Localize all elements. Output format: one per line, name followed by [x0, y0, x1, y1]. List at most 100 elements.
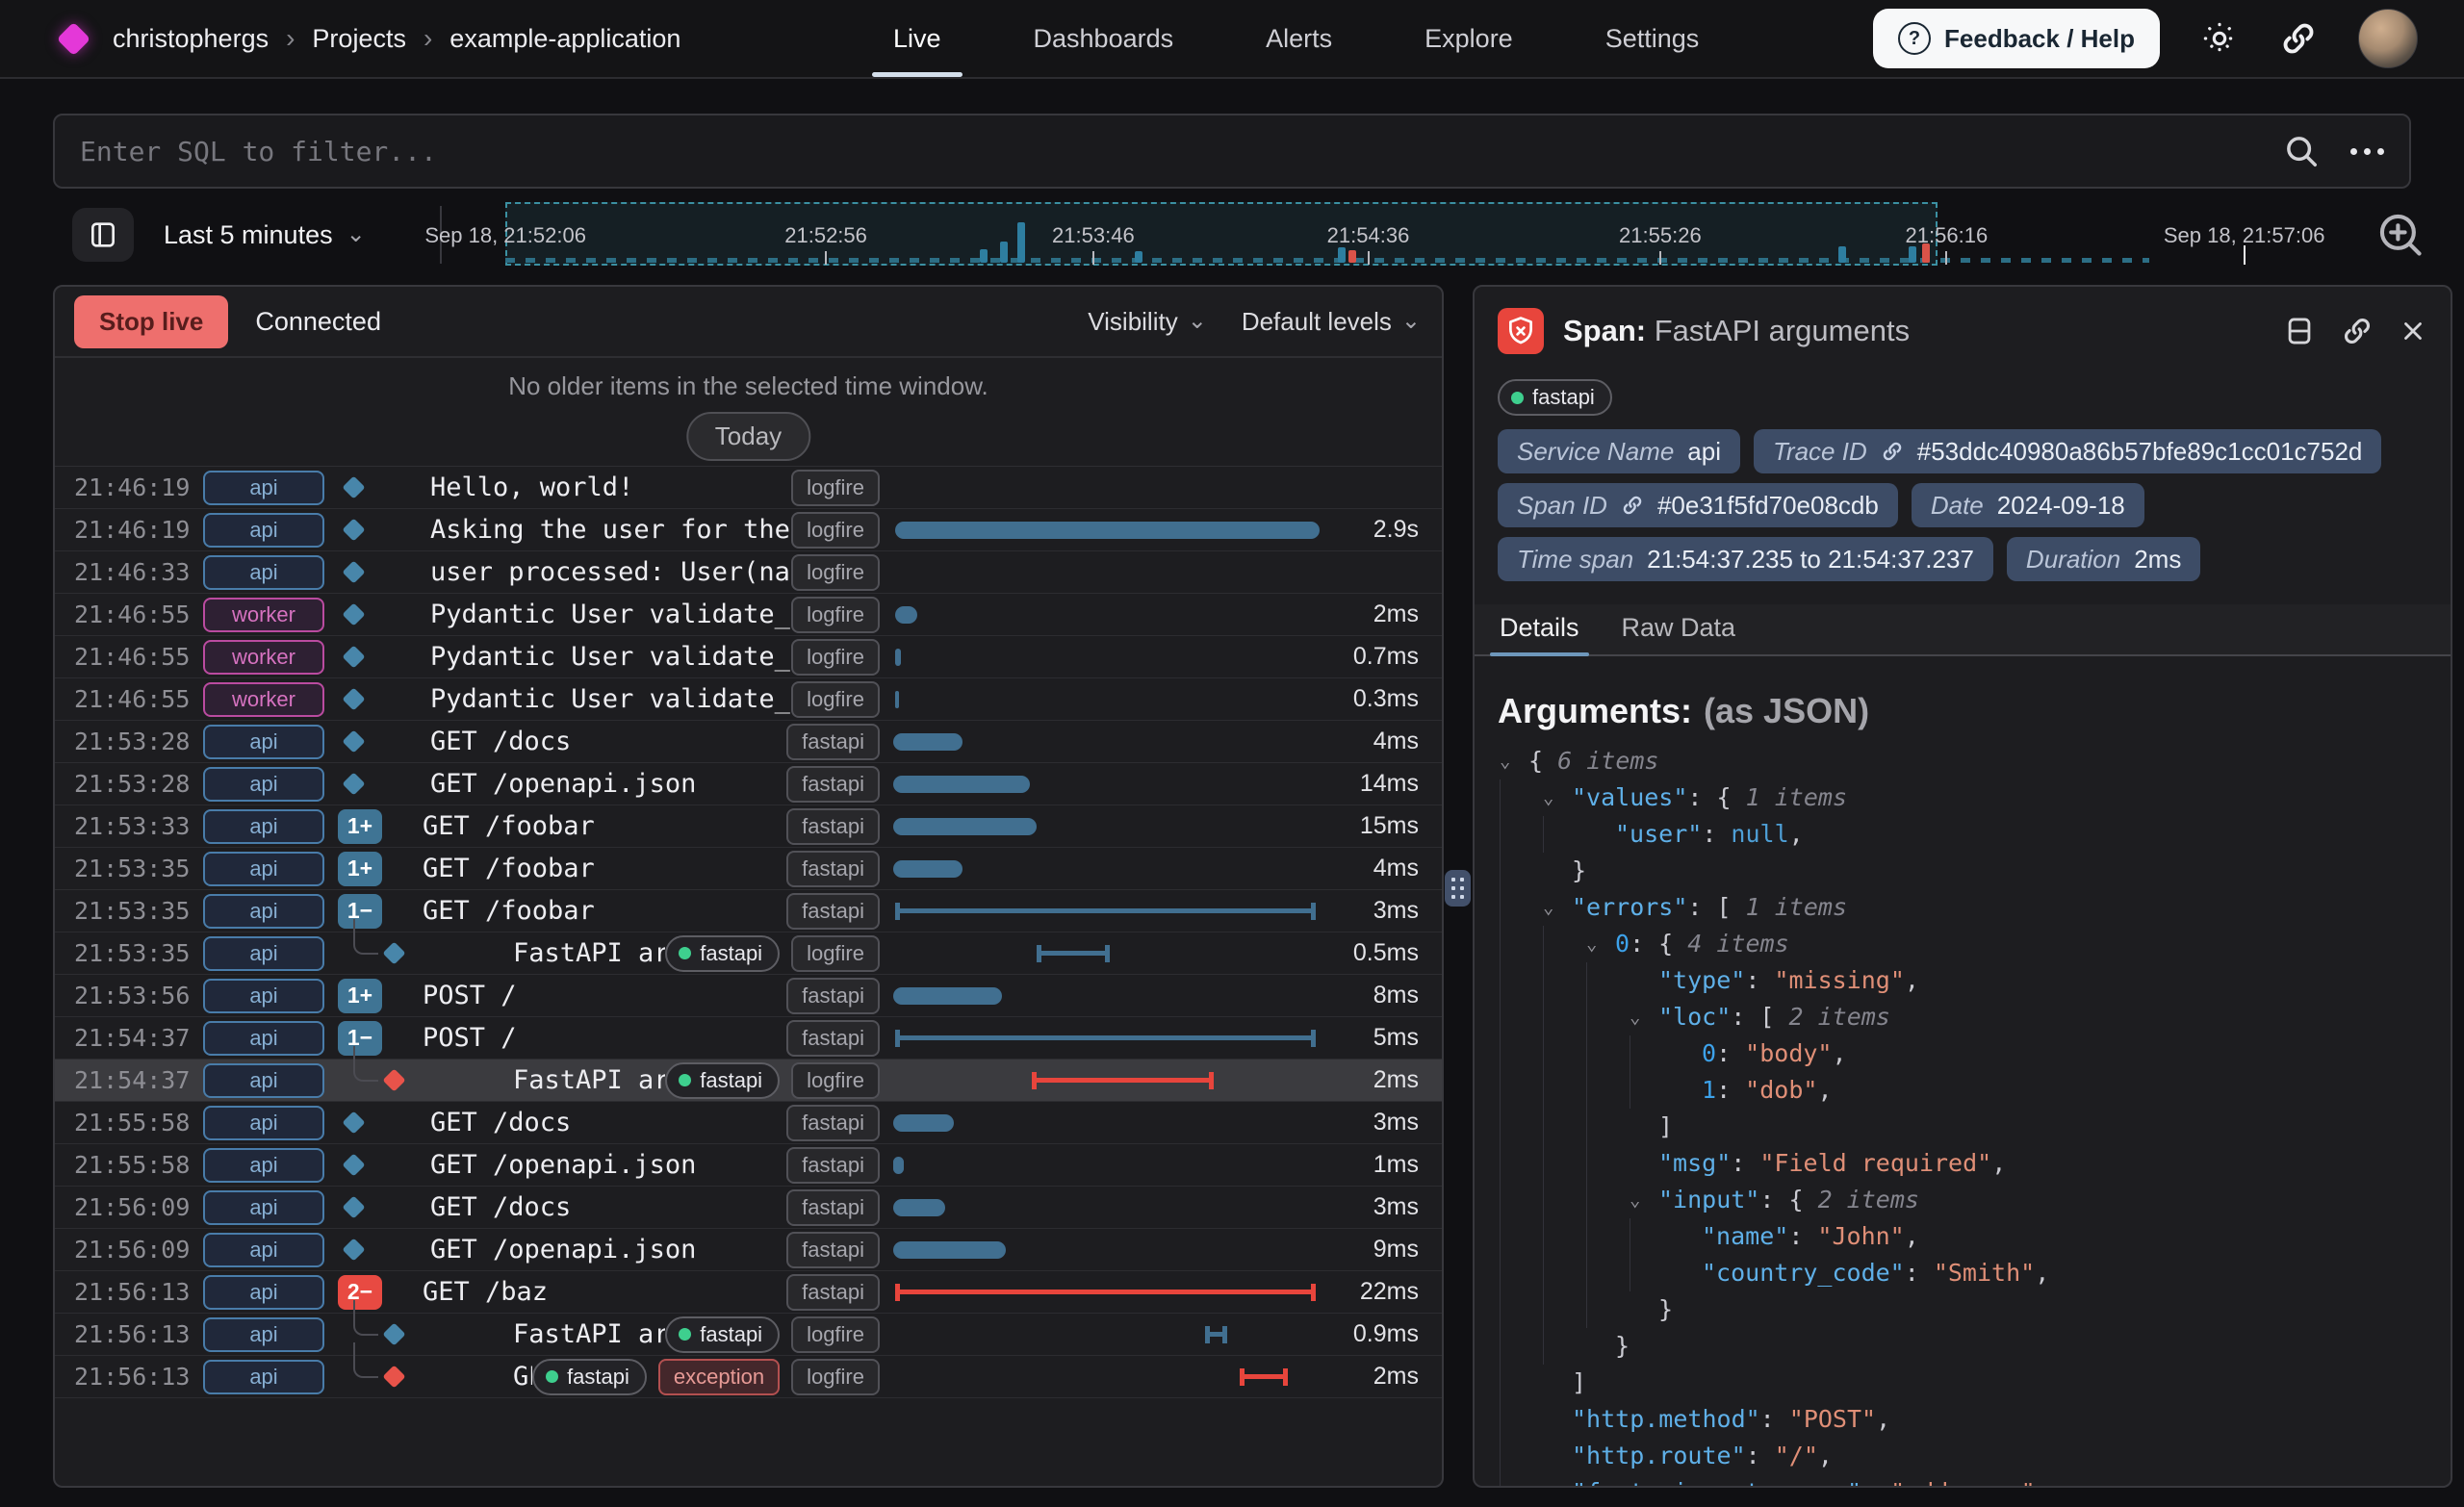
metadata-pill[interactable]: Date2024-09-18	[1912, 483, 2144, 527]
children-count-badge[interactable]: 1+	[338, 852, 382, 886]
service-tag-badge[interactable]: api	[203, 1106, 324, 1140]
log-row[interactable]: 21:54:37api1−POST /fastapi5ms	[55, 1017, 1442, 1060]
fastapi-tag-pill[interactable]: fastapi	[665, 1062, 780, 1099]
fastapi-tag-pill[interactable]: fastapi	[1498, 379, 1612, 416]
service-tag-badge[interactable]: api	[203, 809, 324, 844]
json-line[interactable]: }	[1500, 1291, 2441, 1328]
metadata-pill[interactable]: Time span21:54:37.235 to 21:54:37.237	[1498, 537, 1993, 581]
stop-live-button[interactable]: Stop live	[74, 295, 228, 348]
log-row[interactable]: 21:53:28apiGET /openapi.jsonfastapi14ms	[55, 763, 1442, 805]
json-line[interactable]: "msg": "Field required",	[1500, 1145, 2441, 1182]
log-row[interactable]: 21:53:35apiFastAPI argumentsfastapilogfi…	[55, 932, 1442, 975]
log-row[interactable]: 21:56:09apiGET /docsfastapi3ms	[55, 1187, 1442, 1229]
service-tag-badge[interactable]: api	[203, 852, 324, 886]
scope-badge[interactable]: logfire	[791, 681, 880, 718]
feedback-help-button[interactable]: ? Feedback / Help	[1873, 9, 2160, 68]
log-row[interactable]: 21:55:58apiGET /docsfastapi3ms	[55, 1102, 1442, 1144]
scope-badge[interactable]: logfire	[791, 512, 880, 549]
json-line[interactable]: }	[1500, 853, 2441, 889]
scope-badge[interactable]: logfire	[791, 597, 880, 633]
scope-badge[interactable]: logfire	[791, 554, 880, 591]
json-line[interactable]: ⌄"input": { 2 items	[1500, 1182, 2441, 1218]
json-line[interactable]: }	[1500, 1328, 2441, 1365]
json-line[interactable]: ⌄"loc": [ 2 items	[1500, 999, 2441, 1035]
copy-link-icon[interactable]	[2341, 315, 2374, 347]
log-row[interactable]: 21:56:09apiGET /openapi.jsonfastapi9ms	[55, 1229, 1442, 1271]
time-range-dropdown[interactable]: Last 5 minutes ⌄	[164, 200, 366, 269]
service-tag-badge[interactable]: api	[203, 936, 324, 971]
json-chevron-icon[interactable]: ⌄	[1630, 1182, 1658, 1218]
service-tag-badge[interactable]: api	[203, 894, 324, 929]
log-row[interactable]: 21:46:55workerPydantic User validate_pyt…	[55, 678, 1442, 721]
metadata-pill[interactable]: Trace ID#53ddc40980a86b57bfe89c1cc01c752…	[1754, 429, 2381, 473]
json-chevron-icon[interactable]: ⌄	[1543, 779, 1572, 816]
metadata-pill[interactable]: Service Nameapi	[1498, 429, 1740, 473]
logfire-logo-icon[interactable]	[57, 21, 90, 55]
default-levels-dropdown[interactable]: Default levels ⌄	[1242, 307, 1421, 337]
scope-badge[interactable]: fastapi	[786, 808, 880, 845]
panel-resize-grip[interactable]	[1445, 870, 1471, 907]
service-tag-badge[interactable]: api	[203, 767, 324, 802]
log-row[interactable]: 21:55:58apiGET /openapi.jsonfastapi1ms	[55, 1144, 1442, 1187]
log-row[interactable]: 21:53:35api1−GET /foobarfastapi3ms	[55, 890, 1442, 932]
scope-badge[interactable]: logfire	[791, 470, 880, 506]
scope-badge[interactable]: fastapi	[786, 1020, 880, 1057]
scope-badge[interactable]: fastapi	[786, 851, 880, 887]
json-line[interactable]: "user": null,	[1500, 816, 2441, 853]
service-tag-badge[interactable]: api	[203, 1360, 324, 1394]
scope-badge[interactable]: fastapi	[786, 1147, 880, 1184]
service-tag-badge[interactable]: api	[203, 1233, 324, 1267]
log-row[interactable]: 21:53:56api1+POST /fastapi8ms	[55, 975, 1442, 1017]
service-tag-badge[interactable]: worker	[203, 682, 324, 717]
json-line[interactable]: ⌄"errors": [ 1 items	[1500, 889, 2441, 926]
nav-tab-settings[interactable]: Settings	[1600, 0, 1706, 77]
json-line[interactable]: ⌄{ 6 items	[1500, 743, 2441, 779]
children-count-badge[interactable]: 1+	[338, 809, 382, 844]
service-tag-badge[interactable]: worker	[203, 598, 324, 632]
nav-tab-live[interactable]: Live	[887, 0, 947, 77]
scope-badge[interactable]: fastapi	[786, 1232, 880, 1268]
json-line[interactable]: 0: "body",	[1500, 1035, 2441, 1072]
more-options-icon[interactable]	[2350, 148, 2384, 155]
nav-tab-dashboards[interactable]: Dashboards	[1028, 0, 1180, 77]
close-icon[interactable]	[2399, 317, 2427, 345]
json-line[interactable]: "http.method": "POST",	[1500, 1401, 2441, 1438]
service-tag-badge[interactable]: api	[203, 471, 324, 505]
fastapi-tag-pill[interactable]: fastapi	[665, 935, 780, 972]
json-chevron-icon[interactable]: ⌄	[1630, 999, 1658, 1035]
json-line[interactable]: ⌄"values": { 1 items	[1500, 779, 2441, 816]
exception-badge[interactable]: exception	[658, 1359, 780, 1395]
log-row[interactable]: 21:56:13apiFastAPI argumentsfastapilogfi…	[55, 1314, 1442, 1356]
scope-badge[interactable]: fastapi	[786, 724, 880, 760]
log-row[interactable]: 21:56:13api2−GET /bazfastapi22ms	[55, 1271, 1442, 1314]
log-row[interactable]: 21:46:33apiuser processed: User(name='An…	[55, 551, 1442, 594]
json-line[interactable]: "fastapi.route.name": "add_user",	[1500, 1474, 2441, 1488]
service-tag-badge[interactable]: api	[203, 1021, 324, 1056]
log-row[interactable]: 21:53:35api1+GET /foobarfastapi4ms	[55, 848, 1442, 890]
today-button[interactable]: Today	[686, 412, 810, 461]
scope-badge[interactable]: fastapi	[786, 766, 880, 803]
metadata-pill[interactable]: Span ID#0e31f5fd70e08cdb	[1498, 483, 1898, 527]
scope-badge[interactable]: logfire	[791, 1359, 880, 1395]
scope-badge[interactable]: fastapi	[786, 893, 880, 930]
nav-tab-explore[interactable]: Explore	[1419, 0, 1519, 77]
theme-toggle-icon[interactable]	[2200, 19, 2239, 58]
json-chevron-icon[interactable]: ⌄	[1586, 926, 1615, 962]
inspector-tab-details[interactable]: Details	[1500, 613, 1579, 654]
sql-filter-input[interactable]	[55, 135, 2283, 168]
inspector-tab-raw-data[interactable]: Raw Data	[1622, 613, 1736, 654]
metadata-pill[interactable]: Duration2ms	[2007, 537, 2200, 581]
scope-badge[interactable]: logfire	[791, 1062, 880, 1099]
service-tag-badge[interactable]: api	[203, 1063, 324, 1098]
service-tag-badge[interactable]: api	[203, 1148, 324, 1183]
share-link-icon[interactable]	[2279, 19, 2318, 58]
split-panel-icon[interactable]	[2283, 315, 2316, 347]
timeline-selection[interactable]	[505, 202, 1937, 266]
service-tag-badge[interactable]: api	[203, 1190, 324, 1225]
scope-badge[interactable]: fastapi	[786, 1274, 880, 1311]
breadcrumb-item[interactable]: example-application	[449, 24, 680, 54]
service-tag-badge[interactable]: api	[203, 513, 324, 548]
scope-badge[interactable]: fastapi	[786, 1189, 880, 1226]
service-tag-badge[interactable]: api	[203, 1275, 324, 1310]
timeline[interactable]: Sep 18, 21:52:0621:52:5621:53:4621:54:36…	[452, 200, 2348, 273]
